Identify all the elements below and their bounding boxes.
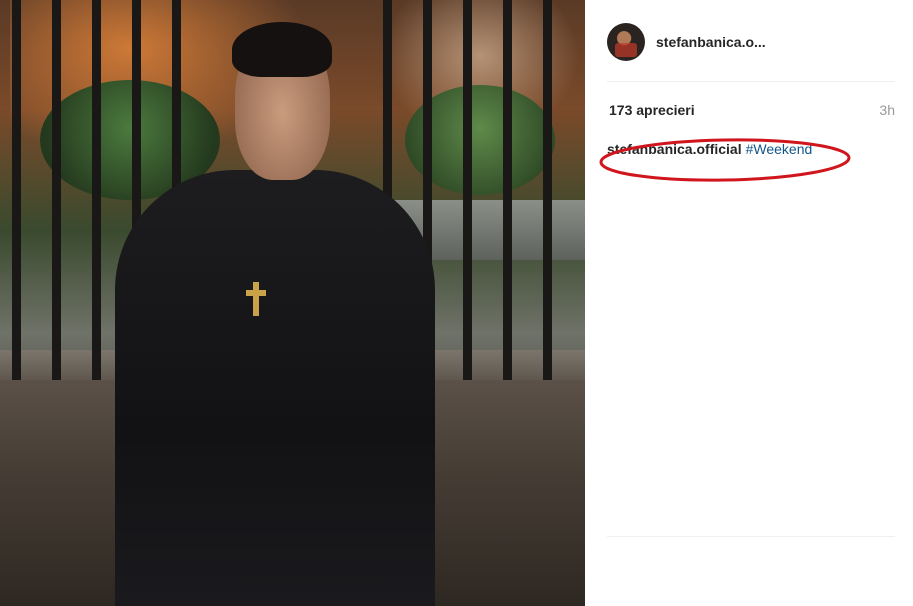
photo-railing-bar [503, 0, 512, 380]
photo-railing-bar [52, 0, 61, 380]
photo-railing-bar [543, 0, 552, 380]
photo-railing-bar [463, 0, 472, 380]
avatar[interactable] [607, 23, 645, 61]
photo-railing-bar [12, 0, 21, 380]
post-header: stefanbanica.o... [607, 22, 766, 62]
post-time[interactable]: 3h [879, 102, 895, 118]
photo-person-hair [232, 22, 332, 77]
photo-person-body [115, 170, 435, 606]
post-photo[interactable] [0, 0, 585, 606]
divider [607, 81, 895, 82]
divider [607, 536, 895, 537]
likes-count[interactable]: 173 aprecieri [609, 102, 695, 118]
red-ellipse-annotation [599, 138, 851, 182]
header-username[interactable]: stefanbanica.o... [656, 34, 766, 50]
photo-railing-bar [92, 0, 101, 380]
post-side-panel: stefanbanica.o... 173 aprecieri 3h stefa… [585, 0, 913, 606]
cross-pendant-icon [246, 282, 266, 316]
